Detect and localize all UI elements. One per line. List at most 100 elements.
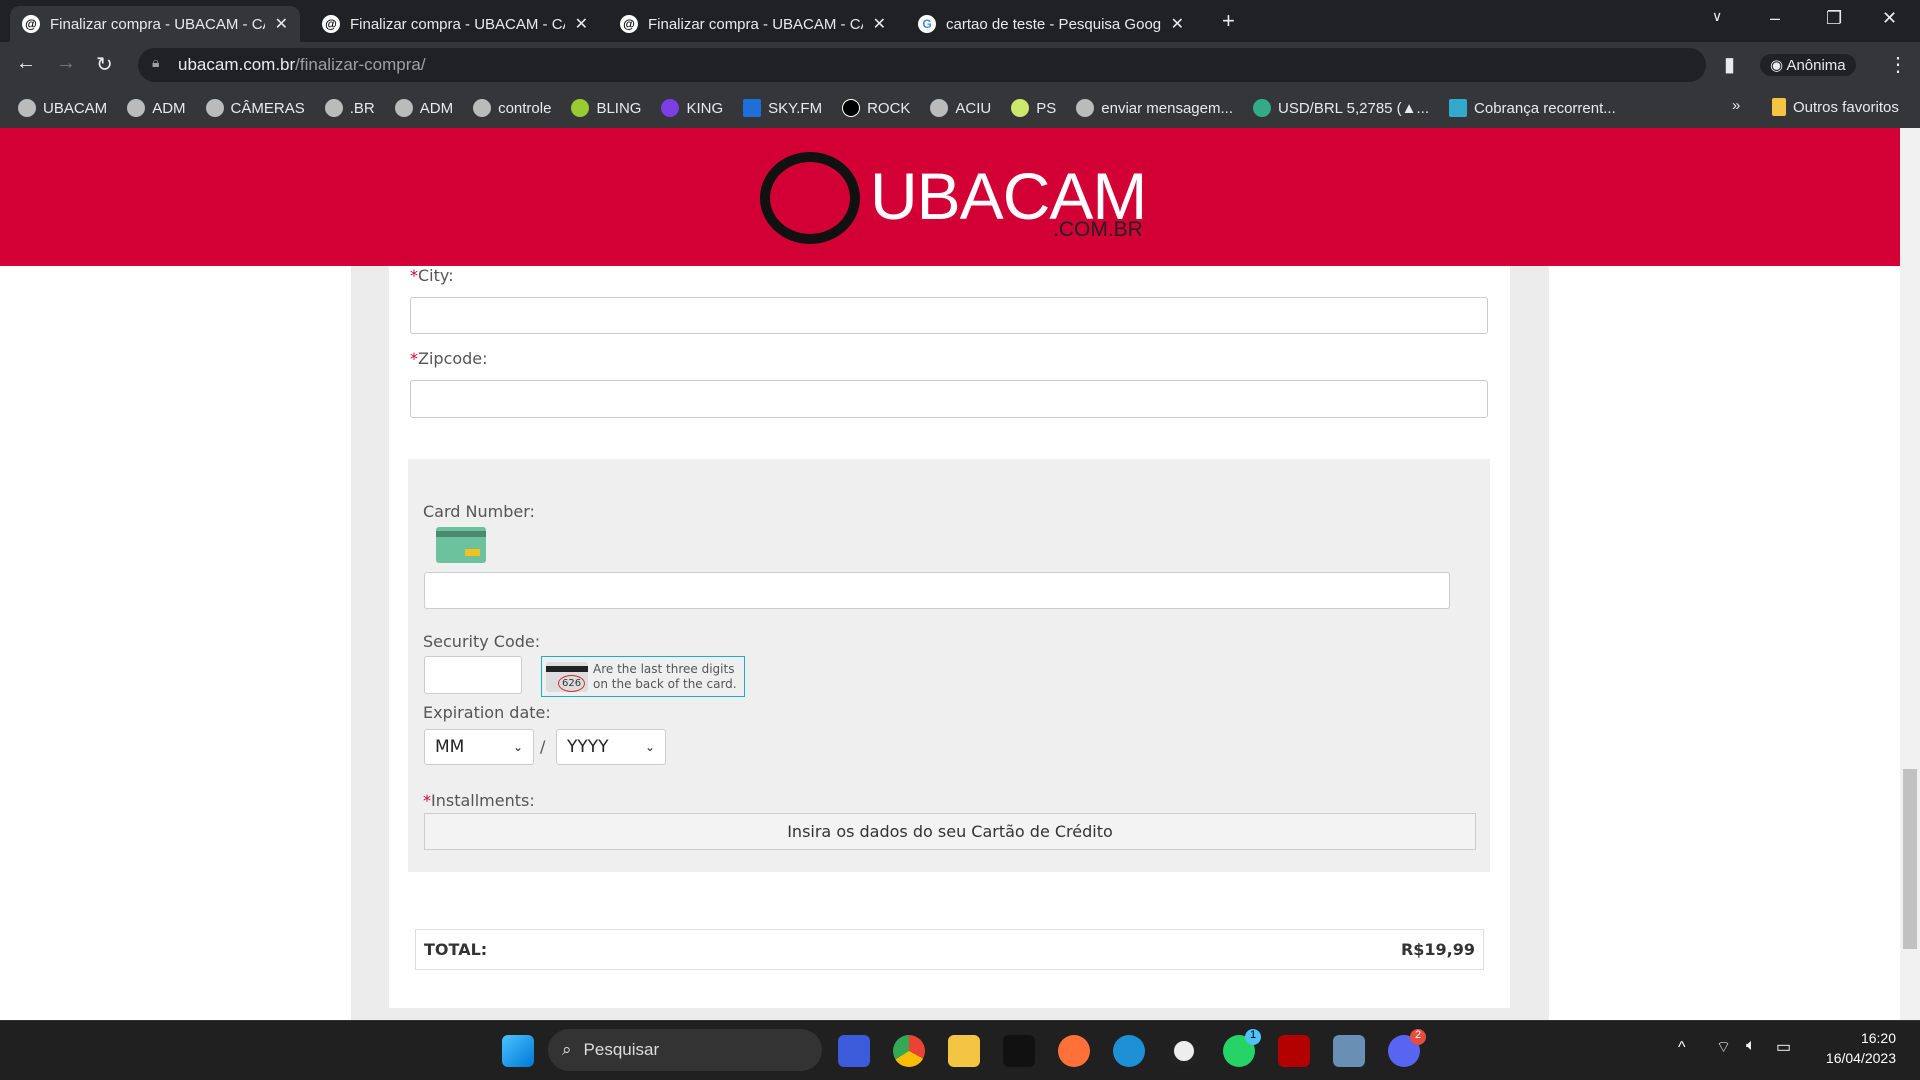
bookmark-icon [842, 99, 861, 117]
restore-button[interactable]: ❐ [1826, 8, 1842, 29]
bookmark[interactable]: ACIU [930, 99, 991, 117]
bookmark-icon [324, 99, 343, 117]
minimize-button[interactable]: – [1770, 8, 1780, 29]
bookmark[interactable]: BLING [571, 99, 641, 117]
tab-2[interactable]: @ Finalizar compra - UBACAM - CÂ ✕ [310, 6, 600, 42]
ubacam-favicon-icon: @ [322, 15, 340, 33]
tab-strip: @ Finalizar compra - UBACAM - CÂ ✕ @ Finali… [0, 0, 1920, 42]
globe-icon [930, 99, 949, 117]
taskbar-search[interactable]: ⌕ Pesquisar [548, 1029, 822, 1071]
bookmark[interactable]: ROCK [842, 99, 910, 117]
bookmark[interactable]: PS [1011, 99, 1056, 117]
edge-icon[interactable] [1113, 1035, 1145, 1067]
google-favicon-icon: G [918, 15, 936, 33]
search-icon: ⌕ [562, 1040, 572, 1059]
bookmark[interactable]: SKY.FM [743, 99, 822, 117]
bookmark[interactable]: Cobrança recorrent... [1449, 99, 1616, 117]
card-number-label: Card Number: [423, 502, 535, 521]
tab-1[interactable]: @ Finalizar compra - UBACAM - CÂ ✕ [10, 6, 300, 42]
crown-icon [661, 99, 680, 117]
bookmark[interactable]: CÂMERAS [205, 99, 305, 117]
ubacam-favicon-icon: @ [620, 15, 638, 33]
date-separator: / [540, 737, 546, 756]
ubacam-favicon-icon: @ [22, 15, 40, 33]
tab-4[interactable]: Gcartao de teste - Pesquisa Google ✕ [906, 6, 1196, 42]
side-panel-icon[interactable]: ▮ [1724, 52, 1735, 77]
security-code-input[interactable] [424, 656, 522, 694]
app-icon[interactable] [838, 1035, 870, 1067]
bookmark-icon [394, 99, 413, 117]
zipcode-input[interactable] [410, 380, 1488, 418]
discord-icon[interactable]: 2 [1388, 1029, 1426, 1067]
whatsapp-icon[interactable]: 1 [1223, 1029, 1261, 1067]
address-bar[interactable]: 🔒︎ ubacam.com.br/finalizar-compra/ [138, 48, 1706, 82]
bookmark[interactable]: UBACAM [18, 99, 107, 117]
new-tab-button[interactable]: + [1222, 8, 1235, 34]
bookmark[interactable]: KING [661, 99, 723, 117]
security-code-label: Security Code: [423, 632, 541, 651]
close-tab-icon[interactable]: ✕ [275, 14, 288, 34]
logo-mark-icon [760, 152, 860, 244]
battery-icon[interactable]: ▭ [1776, 1037, 1791, 1057]
menu-icon[interactable]: ⋮ [1888, 52, 1908, 77]
month-select[interactable]: MM ⌄ [424, 729, 534, 765]
filezilla-icon[interactable] [1278, 1035, 1310, 1067]
credit-card-icon [436, 527, 486, 563]
chevron-down-icon: ⌄ [644, 740, 655, 754]
more-bookmarks-button[interactable]: » [1732, 97, 1740, 114]
installments-field[interactable]: Insira os dados do seu Cartão de Crédito [424, 813, 1476, 850]
volume-icon[interactable]: 🔈︎ [1746, 1037, 1756, 1055]
chrome-icon[interactable] [893, 1035, 925, 1067]
lock-icon: 🔒︎ [152, 54, 160, 70]
deezer-icon[interactable] [1003, 1035, 1035, 1067]
bookmark-icon [473, 99, 492, 117]
order-total: TOTAL: R$19,99 [415, 929, 1484, 970]
tray-chevron-icon[interactable]: ^ [1678, 1039, 1686, 1057]
close-tab-icon[interactable]: ✕ [1171, 14, 1184, 34]
bookmark-icon [743, 99, 762, 117]
close-window-button[interactable]: ✕ [1882, 8, 1897, 29]
camera-app-icon[interactable] [1168, 1035, 1200, 1067]
bookmark[interactable]: .BR [324, 99, 375, 117]
bookmark-icon [127, 99, 146, 117]
bookmark-icon [205, 99, 224, 117]
installments-label: *Installments: [423, 791, 535, 810]
other-favorites[interactable]: Outros favoritos [1772, 98, 1899, 116]
chevron-down-icon: ⌄ [512, 740, 523, 754]
security-code-hint: 626 Are the last three digits on the bac… [541, 656, 745, 697]
year-select[interactable]: YYYY ⌄ [556, 729, 666, 765]
zipcode-label: *Zipcode: [410, 349, 488, 368]
bookmark[interactable]: USD/BRL 5,2785 (▲... [1253, 99, 1429, 117]
site-logo[interactable]: UBACAM .COM.BR [760, 152, 1147, 244]
globe-icon [1076, 99, 1095, 117]
card-number-input[interactable] [424, 572, 1450, 609]
bookmark-icon [1449, 99, 1468, 117]
bookmark[interactable]: ADM [394, 99, 453, 117]
forward-button[interactable]: → [56, 52, 76, 75]
card-back-icon: 626 [546, 661, 588, 692]
close-tab-icon[interactable]: ✕ [575, 14, 588, 34]
tab-3[interactable]: @ Finalizar compra - UBACAM - CÂ ✕ [608, 6, 898, 42]
back-button[interactable]: ← [16, 52, 36, 75]
tab-search-icon[interactable]: ∨ [1712, 8, 1722, 25]
scrollbar-thumb[interactable] [1903, 769, 1917, 949]
file-explorer-icon[interactable] [948, 1035, 980, 1067]
city-input[interactable] [410, 297, 1488, 334]
bookmark-icon [1011, 99, 1030, 117]
close-tab-icon[interactable]: ✕ [873, 14, 886, 34]
city-label: *City: [410, 266, 454, 285]
bookmarks-bar: UBACAM ADM CÂMERAS .BR ADM controle BLIN… [0, 88, 1920, 128]
bookmark[interactable]: controle [473, 99, 551, 117]
bookmark[interactable]: enviar mensagem... [1076, 99, 1233, 117]
firefox-icon[interactable] [1058, 1035, 1090, 1067]
wifi-icon[interactable]: ⌔ [1716, 1037, 1731, 1057]
folder-icon [1772, 98, 1786, 116]
bookmark[interactable]: ADM [127, 99, 186, 117]
profile-button[interactable]: ◉ Anônima [1760, 54, 1856, 76]
system-clock[interactable]: 16:20 16/04/2023 [1800, 1028, 1896, 1068]
windows-start-icon[interactable] [502, 1035, 534, 1067]
network-app-icon[interactable] [1333, 1035, 1365, 1067]
taskbar: 1 2 ^ ⌔ 🔈︎ ▭ [0, 1020, 1920, 1080]
reload-button[interactable]: ↻ [96, 52, 113, 77]
expiration-label: Expiration date: [423, 703, 551, 722]
